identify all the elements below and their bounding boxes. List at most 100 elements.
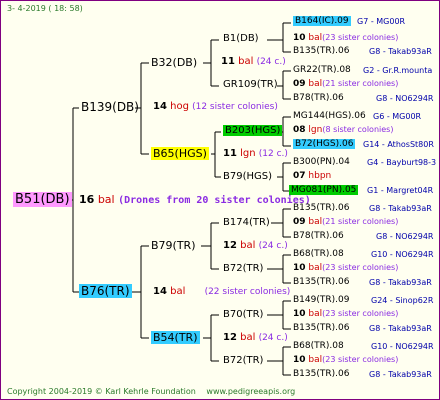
mm-note: (24 c.) — [258, 333, 288, 343]
mpp-node[interactable]: B174(TR) — [223, 218, 270, 228]
mmpm-node[interactable]: B135(TR).06 — [293, 324, 349, 333]
pmmm-name: MG081(PN).05 — [289, 185, 359, 195]
mmp-breed: bal — [308, 309, 323, 319]
pm-node[interactable]: B65(HGS) — [151, 147, 209, 160]
ppm-num: 09 — [293, 79, 306, 89]
mmp-mating: 10 bal(23 sister colonies) — [293, 310, 398, 319]
footer: Copyright 2004-2019 © Karl Kehrle Founda… — [7, 387, 303, 396]
mmmm-tag: G8 - Takab93aR — [369, 370, 432, 379]
pppp-node[interactable]: B164(IC).09 — [293, 16, 351, 26]
root-num: 16 — [79, 193, 95, 206]
root-mating: 16 bal (Drones from 20 sister colonies) — [79, 194, 311, 206]
mpmm-name: B135(TR).06 — [293, 277, 350, 287]
p-node[interactable]: B139(DB) — [81, 101, 139, 113]
mmmp-name: B68(TR).08 — [293, 341, 344, 351]
mm-num: 12 — [223, 332, 237, 343]
mpp-mating: 09 bal(21 sister colonies) — [293, 218, 398, 227]
ppm-note: (21 sister colonies) — [322, 79, 399, 88]
mpmp-name: B68(TR).08 — [293, 249, 344, 259]
mmmm-name: B135(TR).06 — [293, 369, 350, 379]
footer-copyright: Copyright 2004-2019 © Karl Kehrle Founda… — [7, 387, 196, 396]
root-name: B51(DB) — [13, 192, 72, 207]
mpmp-tag: G10 - NO6294R — [371, 250, 434, 259]
pmp-breed: lgn — [308, 125, 323, 135]
ppm-mating: 09 bal(21 sister colonies) — [293, 80, 398, 89]
mpm-mating: 10 bal(23 sister colonies) — [293, 264, 398, 273]
m-note: (22 sister colonies) — [204, 287, 291, 297]
pmp-mating: 08 lgn(8 sister colonies) — [293, 126, 393, 135]
ppmm-node[interactable]: B78(TR).06 — [293, 94, 344, 103]
pmpm-node[interactable]: B72(HGS).06 — [293, 139, 356, 149]
mppm-node[interactable]: B78(TR).06 — [293, 232, 344, 241]
pmmp-tag: G4 - Bayburt98-3 — [367, 158, 437, 167]
pm-name: B65(HGS) — [151, 147, 209, 160]
pmmp-name: B300(PN).04 — [293, 157, 350, 167]
mppm-name: B78(TR).06 — [293, 231, 344, 241]
pp-name: B32(DB) — [151, 56, 198, 69]
mmm-note: (23 sister colonies) — [322, 355, 399, 364]
pm-mating: 11 lgn (12 c.) — [223, 149, 288, 159]
pmmp-node[interactable]: B300(PN).04 — [293, 158, 350, 167]
mp-breed: bal — [240, 240, 256, 251]
mppp-name: B135(TR).06 — [293, 203, 350, 213]
mmmm-node[interactable]: B135(TR).06 — [293, 370, 349, 379]
mppm-tag: G8 - NO6294R — [376, 232, 434, 241]
mp-mating: 12 bal (24 c.) — [223, 241, 288, 251]
pppp-name: B164(IC).09 — [293, 16, 351, 26]
pmp-num: 08 — [293, 125, 306, 135]
mmm-node[interactable]: B72(TR) — [223, 356, 263, 366]
mppp-node[interactable]: B135(TR).06 — [293, 204, 349, 213]
pp-node[interactable]: B32(DB) — [151, 57, 197, 68]
mm-breed: bal — [240, 332, 256, 343]
pppm-node[interactable]: B135(TR).06 — [293, 47, 349, 56]
ppp-num: 10 — [293, 33, 306, 43]
root-breed: bal — [97, 193, 115, 206]
pmp-node[interactable]: B203(HGS) — [223, 125, 283, 136]
pm-note: (12 c.) — [258, 149, 288, 159]
root-node[interactable]: B51(DB) — [13, 192, 72, 207]
pmm-node[interactable]: B79(HGS) — [223, 172, 272, 182]
pmpp-tag: G6 - MG00R — [373, 112, 422, 121]
ppmm-name: B78(TR).06 — [293, 93, 344, 103]
pmpm-tag: G14 - AthosSt80R — [363, 140, 434, 149]
footer-url[interactable]: www.pedigreeapis.org — [206, 387, 295, 396]
mpmm-node[interactable]: B135(TR).06 — [293, 278, 349, 287]
mpp-breed: bal — [308, 217, 323, 227]
p-mating: 14 hog (12 sister colonies) — [153, 102, 278, 112]
ppmp-node[interactable]: GR22(TR).08 — [293, 66, 351, 75]
mmpp-name: B149(TR).09 — [293, 295, 350, 305]
m-num: 14 — [153, 286, 167, 297]
pp-num: 11 — [221, 56, 235, 67]
mmp-note: (23 sister colonies) — [322, 309, 399, 318]
ppp-note: (23 sister colonies) — [322, 33, 399, 42]
mmp-node[interactable]: B70(TR) — [223, 310, 263, 320]
m-node[interactable]: B76(TR) — [79, 284, 132, 298]
pmmm-tag: G1 - Margret04R — [367, 186, 434, 195]
ppm-node[interactable]: GR109(TR) — [223, 80, 278, 90]
mmm-mating: 10 bal(23 sister colonies) — [293, 356, 398, 365]
mpmp-node[interactable]: B68(TR).08 — [293, 250, 344, 259]
mp-num: 12 — [223, 240, 237, 251]
mpp-name: B174(TR) — [223, 217, 270, 228]
mmmp-tag: G10 - NO6294R — [371, 342, 434, 351]
pedigree-frame: 3- 4-2019 ( 18: 58) B51(DB) 16 bal (Dron… — [0, 0, 440, 400]
root-note: (Drones from 20 sister colonies) — [118, 195, 311, 206]
mpm-breed: bal — [308, 263, 323, 273]
mp-node[interactable]: B79(TR) — [151, 240, 196, 251]
mm-node[interactable]: B54(TR) — [151, 331, 200, 344]
pmpp-node[interactable]: MG144(HGS).06 — [293, 112, 366, 121]
mmpp-node[interactable]: B149(TR).09 — [293, 296, 349, 305]
mmpm-tag: G8 - Takab93aR — [369, 324, 432, 333]
pp-mating: 11 bal (24 c.) — [221, 57, 286, 67]
mpp-num: 09 — [293, 217, 306, 227]
pmm-mating: 07 hbpn — [293, 172, 331, 181]
mpmm-tag: G8 - Takab93aR — [369, 278, 432, 287]
pmp-note: (8 sister colonies) — [322, 125, 394, 134]
m-mating: 14 bal (22 sister colonies) — [153, 287, 290, 297]
pppm-tag: G8 - Takab93aR — [369, 47, 432, 56]
pmmm-node[interactable]: MG081(PN).05 — [289, 185, 359, 195]
ppp-node[interactable]: B1(DB) — [223, 34, 259, 44]
ppp-name: B1(DB) — [223, 33, 259, 44]
mpm-node[interactable]: B72(TR) — [223, 264, 263, 274]
mmmp-node[interactable]: B68(TR).08 — [293, 342, 344, 351]
